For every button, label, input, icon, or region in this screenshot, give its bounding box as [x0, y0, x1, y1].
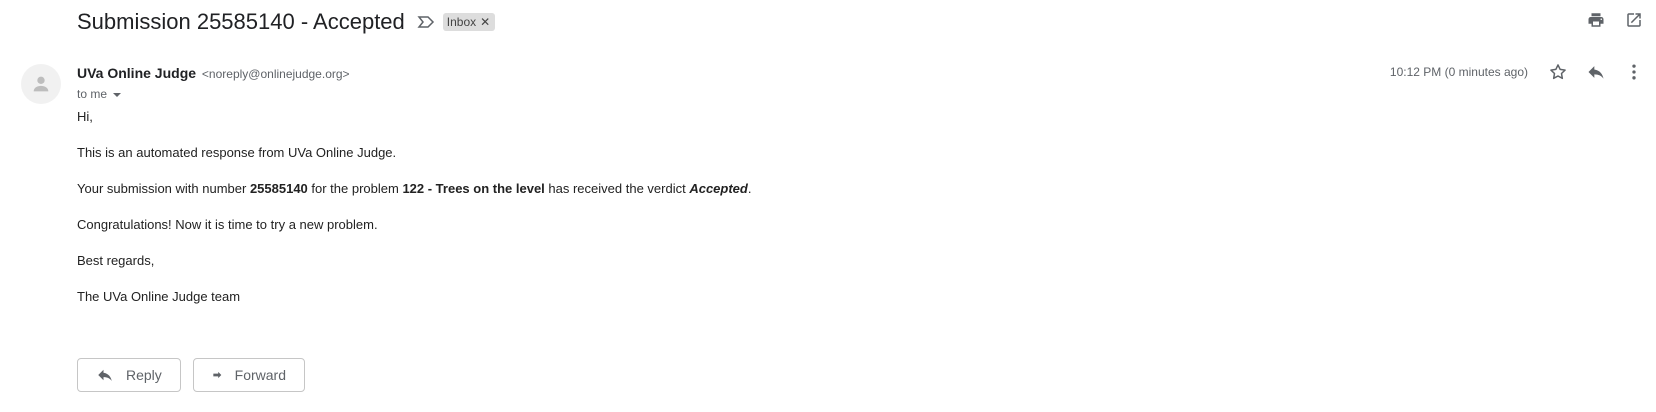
body-line-1: This is an automated response from UVa O…: [77, 145, 397, 160]
body-line-2: Your submission with number 25585140 for…: [77, 180, 751, 198]
sender-line: UVa Online Judge <noreply@onlinejudge.or…: [77, 65, 350, 81]
forward-label: Forward: [234, 367, 286, 383]
sender-email: <noreply@onlinejudge.org>: [201, 67, 350, 81]
body-line-3: Congratulations! Now it is time to try a…: [77, 217, 378, 232]
message-body: Hi, This is an automated response from U…: [77, 108, 751, 324]
important-marker-icon[interactable]: [417, 14, 435, 30]
remove-label-icon[interactable]: ✕: [480, 15, 490, 29]
greeting: Hi,: [77, 109, 93, 124]
body-line-2-part-d: .: [747, 181, 752, 196]
reply-icon: [98, 369, 112, 381]
star-icon[interactable]: [1548, 62, 1568, 82]
more-vert-icon[interactable]: [1624, 62, 1644, 82]
closing: Best regards,: [77, 253, 155, 268]
subject-row: Submission 25585140 - Accepted Inbox ✕: [77, 6, 496, 38]
message-meta: 10:12 PM (0 minutes ago): [1390, 62, 1644, 82]
signature: The UVa Online Judge team: [77, 289, 241, 304]
sender-name[interactable]: UVa Online Judge: [77, 65, 196, 81]
email-subject: Submission 25585140 - Accepted: [77, 9, 405, 34]
top-actions: [1586, 10, 1644, 30]
email-view: Submission 25585140 - Accepted Inbox ✕ U…: [0, 0, 1656, 412]
verdict: Accepted: [689, 181, 748, 196]
message-timestamp: 10:12 PM (0 minutes ago): [1389, 65, 1528, 79]
reply-label: Reply: [126, 367, 162, 383]
body-line-2-part-a: Your submission with number: [77, 181, 250, 196]
recipient-label: to me: [77, 87, 108, 101]
reply-icon[interactable]: [1586, 62, 1606, 82]
label-chip-inbox: Inbox ✕: [442, 13, 496, 31]
reply-forward-row: Reply Forward: [77, 358, 305, 392]
avatar: [21, 64, 61, 104]
body-line-2-part-c: has received the verdict: [544, 181, 690, 196]
reply-button[interactable]: Reply: [77, 358, 181, 392]
chevron-down-icon[interactable]: [113, 93, 122, 97]
body-line-2-part-b: for the problem: [307, 181, 403, 196]
recipient-details-toggle[interactable]: to me: [77, 87, 122, 101]
print-icon[interactable]: [1586, 10, 1606, 30]
message-actions: [1548, 62, 1644, 82]
open-in-new-icon[interactable]: [1624, 10, 1644, 30]
forward-icon: [213, 371, 222, 379]
label-chip-text: Inbox: [446, 15, 477, 29]
forward-button[interactable]: Forward: [193, 358, 305, 392]
problem-name: 122 - Trees on the level: [402, 181, 545, 196]
submission-number: 25585140: [249, 181, 308, 196]
person-icon: [33, 76, 49, 92]
